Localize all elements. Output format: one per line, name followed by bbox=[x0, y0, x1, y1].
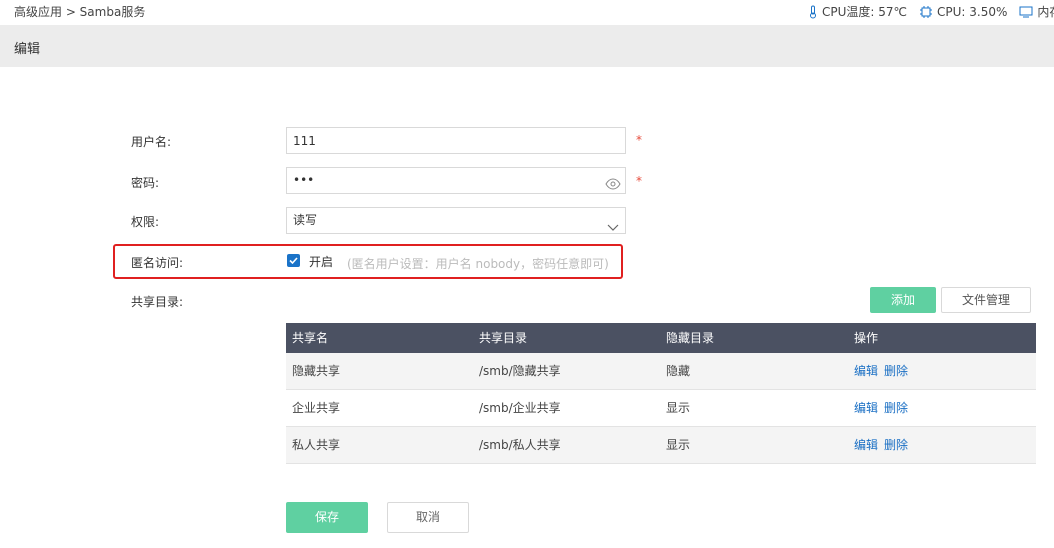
cell-share-name: 隐藏共享 bbox=[292, 364, 341, 378]
share-table: 共享名 共享目录 隐藏目录 操作 隐藏共享 /smb/隐藏共享 隐藏 编辑 删除 … bbox=[286, 323, 1036, 464]
cell-hidden: 显示 bbox=[666, 401, 691, 415]
delete-link[interactable]: 删除 bbox=[884, 401, 908, 415]
edit-link[interactable]: 编辑 bbox=[854, 438, 878, 452]
cpu-usage-status: CPU: 3.50% bbox=[919, 5, 1007, 19]
memory-text: 内存 bbox=[1037, 5, 1054, 19]
password-label: 密码: bbox=[131, 176, 160, 190]
monitor-icon bbox=[1019, 6, 1033, 17]
anonymous-hint: (匿名用户设置：用户名 nobody，密码任意即可) bbox=[347, 257, 609, 271]
page-title: 编辑 bbox=[14, 42, 41, 57]
edit-link[interactable]: 编辑 bbox=[854, 364, 878, 378]
top-bar: 高级应用 > Samba服务 CPU温度: 57℃ CPU: 3.50% 内存 bbox=[0, 0, 1054, 24]
table-row: 私人共享 /smb/私人共享 显示 编辑 删除 bbox=[286, 427, 1036, 464]
table-row: 企业共享 /smb/企业共享 显示 编辑 删除 bbox=[286, 390, 1036, 427]
save-button[interactable]: 保存 bbox=[286, 502, 368, 533]
username-required-mark: * bbox=[636, 133, 642, 147]
cell-share-name: 私人共享 bbox=[292, 438, 341, 452]
check-icon bbox=[289, 257, 298, 265]
permission-select[interactable]: 读写 bbox=[286, 207, 626, 234]
permission-label: 权限: bbox=[131, 215, 160, 229]
password-field[interactable]: ••• bbox=[286, 167, 626, 194]
table-header: 共享名 共享目录 隐藏目录 操作 bbox=[286, 323, 1036, 353]
cell-share-path: /smb/隐藏共享 bbox=[479, 364, 561, 378]
thermometer-icon bbox=[810, 5, 816, 18]
password-required-mark: * bbox=[636, 174, 642, 188]
cpu-usage-text: CPU: 3.50% bbox=[937, 4, 1008, 19]
header-share-name: 共享名 bbox=[292, 331, 329, 345]
delete-link[interactable]: 删除 bbox=[884, 364, 908, 378]
header-hidden: 隐藏目录 bbox=[666, 331, 715, 345]
cell-hidden: 隐藏 bbox=[666, 364, 691, 378]
table-row: 隐藏共享 /smb/隐藏共享 隐藏 编辑 删除 bbox=[286, 353, 1036, 390]
edit-header: 编辑 bbox=[0, 25, 1054, 67]
edit-link[interactable]: 编辑 bbox=[854, 401, 878, 415]
cell-share-path: /smb/私人共享 bbox=[479, 438, 561, 452]
header-share-path: 共享目录 bbox=[479, 331, 528, 345]
cpu-chip-icon bbox=[920, 5, 933, 18]
cell-actions: 编辑 删除 bbox=[854, 353, 914, 390]
permission-selected-value: 读写 bbox=[293, 213, 318, 227]
cell-share-path: /smb/企业共享 bbox=[479, 401, 561, 415]
anonymous-label: 匿名访问: bbox=[131, 256, 184, 270]
cancel-button[interactable]: 取消 bbox=[387, 502, 469, 533]
cell-share-name: 企业共享 bbox=[292, 401, 341, 415]
cell-actions: 编辑 删除 bbox=[854, 427, 914, 464]
add-button[interactable]: 添加 bbox=[870, 287, 936, 313]
file-manage-button[interactable]: 文件管理 bbox=[941, 287, 1031, 313]
cpu-temp-text: CPU温度: 57℃ bbox=[822, 5, 908, 19]
cpu-temp-status: CPU温度: 57℃ bbox=[808, 3, 907, 20]
anonymous-option-label[interactable]: 开启 bbox=[309, 253, 333, 270]
username-label: 用户名: bbox=[131, 135, 172, 149]
delete-link[interactable]: 删除 bbox=[884, 438, 908, 452]
share-dir-label: 共享目录: bbox=[131, 295, 184, 309]
cell-actions: 编辑 删除 bbox=[854, 390, 914, 427]
system-status: CPU温度: 57℃ CPU: 3.50% 内存 bbox=[808, 3, 1054, 20]
memory-status: 内存 bbox=[1019, 3, 1054, 20]
username-field[interactable] bbox=[286, 127, 626, 154]
username-input[interactable] bbox=[293, 128, 593, 153]
chevron-down-icon bbox=[607, 216, 619, 241]
eye-icon[interactable] bbox=[605, 174, 621, 199]
breadcrumb: 高级应用 > Samba服务 bbox=[14, 5, 146, 19]
header-actions: 操作 bbox=[854, 331, 879, 345]
cell-hidden: 显示 bbox=[666, 438, 691, 452]
password-value: ••• bbox=[293, 173, 315, 187]
anonymous-checkbox[interactable] bbox=[287, 254, 300, 267]
